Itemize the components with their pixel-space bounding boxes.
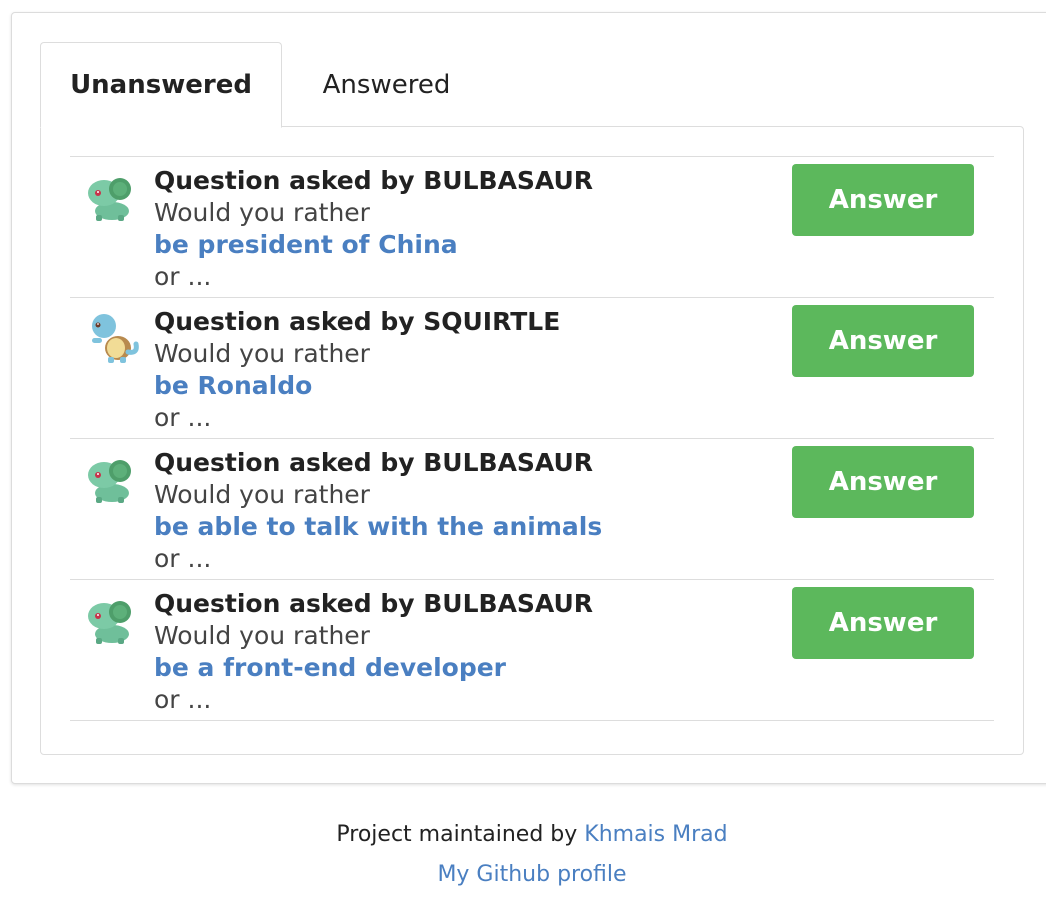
question-option[interactable]: be Ronaldo: [154, 370, 560, 402]
question-or: or ...: [154, 403, 212, 432]
answer-button[interactable]: Answer: [792, 587, 974, 659]
bulbasaur-avatar-icon: [88, 601, 131, 644]
question-row: Question asked by BULBASAUR Would you ra…: [70, 156, 994, 297]
question-text: Question asked by BULBASAUR Would you ra…: [154, 447, 602, 575]
answer-button[interactable]: Answer: [792, 305, 974, 377]
question-option[interactable]: be a front-end developer: [154, 652, 593, 684]
bulbasaur-avatar-icon: [88, 178, 131, 221]
question-author: Question asked by BULBASAUR: [154, 589, 594, 618]
question-list: Question asked by BULBASAUR Would you ra…: [70, 156, 994, 721]
question-prompt: Would you rather: [154, 339, 370, 368]
footer-github-link[interactable]: My Github profile: [437, 862, 626, 887]
question-text: Question asked by BULBASAUR Would you ra…: [154, 588, 593, 716]
tab-unanswered[interactable]: Unanswered: [40, 42, 282, 128]
question-row: Question asked by BULBASAUR Would you ra…: [70, 438, 994, 579]
question-text: Question asked by SQUIRTLE Would you rat…: [154, 306, 560, 434]
footer-maintained-prefix: Project maintained by: [336, 822, 578, 847]
question-option[interactable]: be able to talk with the animals: [154, 511, 602, 543]
question-author: Question asked by BULBASAUR: [154, 166, 594, 195]
question-or: or ...: [154, 262, 212, 291]
question-prompt: Would you rather: [154, 198, 370, 227]
question-prompt: Would you rather: [154, 480, 370, 509]
answer-button[interactable]: Answer: [792, 164, 974, 236]
question-prompt: Would you rather: [154, 621, 370, 650]
question-row: Question asked by BULBASAUR Would you ra…: [70, 579, 994, 721]
footer-author-link[interactable]: Khmais Mrad: [584, 822, 727, 847]
question-or: or ...: [154, 685, 212, 714]
footer-github-line: My Github profile: [0, 855, 1046, 895]
tab-unanswered-label: Unanswered: [70, 70, 252, 100]
question-option[interactable]: be president of China: [154, 229, 593, 261]
bulbasaur-avatar-icon: [88, 460, 131, 503]
question-author: Question asked by SQUIRTLE: [154, 307, 561, 336]
squirtle-avatar-icon: [92, 314, 139, 363]
footer: Project maintained by Khmais Mrad My Git…: [0, 815, 1046, 895]
question-or: or ...: [154, 544, 212, 573]
tab-answered-label: Answered: [322, 70, 451, 100]
question-text: Question asked by BULBASAUR Would you ra…: [154, 165, 593, 293]
question-author: Question asked by BULBASAUR: [154, 448, 594, 477]
footer-maintained-line: Project maintained by Khmais Mrad: [0, 815, 1046, 855]
tab-answered[interactable]: Answered: [283, 42, 490, 128]
question-row: Question asked by SQUIRTLE Would you rat…: [70, 297, 994, 438]
answer-button[interactable]: Answer: [792, 446, 974, 518]
